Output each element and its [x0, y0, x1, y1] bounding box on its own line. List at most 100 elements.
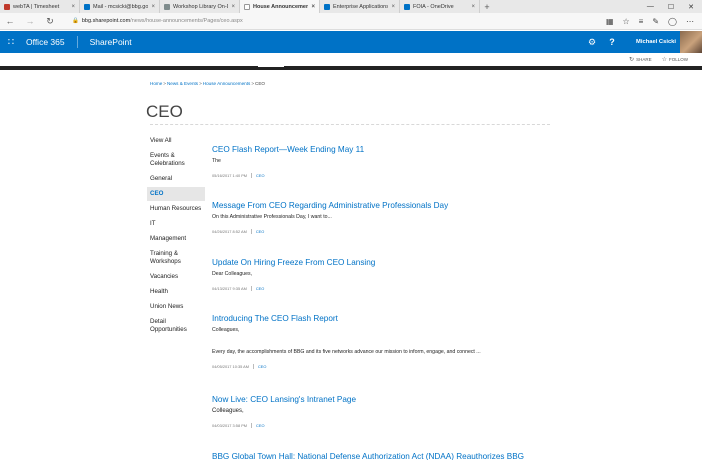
browser-tab[interactable]: webTA | Timesheet ×	[0, 0, 80, 13]
tab-title: Mail - mcsicki@bbg.gov	[93, 3, 149, 10]
minimize-icon[interactable]: —	[647, 3, 654, 10]
tab-close-icon[interactable]: ×	[151, 4, 155, 10]
nav-item-detail-opportunities[interactable]: Detail Opportunities	[147, 315, 205, 338]
more-icon[interactable]: ⋯	[686, 17, 694, 26]
user-name[interactable]: Michael Csicki	[622, 39, 680, 45]
header-notch	[258, 65, 284, 67]
browser-tab[interactable]: Enterprise Applications Lim ×	[320, 0, 400, 13]
tab-title: webTA | Timesheet	[13, 3, 60, 10]
post-excerpt: The	[212, 158, 221, 164]
list-item: Message From CEO Regarding Administrativ…	[212, 201, 552, 234]
tab-favicon-icon	[4, 3, 10, 10]
post-excerpt-continued: Every day, the accomplishments of BBG an…	[212, 349, 481, 355]
suite-bar-right: ⚙ ? Michael Csicki	[582, 31, 702, 53]
nav-item-vacancies[interactable]: Vacancies	[147, 270, 205, 285]
follow-button[interactable]: ☆ FOLLOW	[662, 56, 688, 63]
list-item: CEO Flash Report—Week Ending May 11 The …	[212, 145, 552, 178]
nav-item-it[interactable]: IT	[147, 217, 205, 232]
tab-close-icon[interactable]: ×	[231, 4, 235, 10]
nav-item-training-workshops[interactable]: Training & Workshops	[147, 247, 205, 270]
url-path: /news/house-announcements/Pages/ceo.aspx	[130, 18, 243, 24]
tab-title: FOIA - OneDrive	[413, 3, 454, 10]
browser-tab[interactable]: Workshop Library On-Demo ×	[160, 0, 240, 13]
share-label: SHARE	[636, 57, 652, 62]
post-excerpt: Colleagues,	[212, 408, 244, 414]
url-field[interactable]: 🔒 bbg.sharepoint.com/news/house-announce…	[72, 18, 606, 24]
help-icon[interactable]: ?	[602, 37, 622, 47]
post-category-link[interactable]: CEO	[256, 286, 264, 291]
ribbon-strip	[0, 53, 702, 67]
share-button[interactable]: ↻ SHARE	[629, 56, 652, 63]
post-meta: 04/03/2017 3:58 PM CEO	[212, 423, 552, 428]
nav-item-health[interactable]: Health	[147, 285, 205, 300]
breadcrumb-home[interactable]: Home	[150, 81, 162, 86]
post-excerpt: Colleagues,	[212, 327, 240, 333]
browser-tab-active[interactable]: House Announcements ×	[240, 0, 320, 13]
tab-close-icon[interactable]: ×	[311, 4, 315, 10]
meta-divider	[250, 286, 252, 291]
post-meta: 04/05/2017 10:35 AM CEO	[212, 364, 552, 369]
share-icon[interactable]: ◯	[668, 17, 677, 26]
post-title-link[interactable]: Introducing The CEO Flash Report	[212, 314, 552, 323]
post-title-link[interactable]: CEO Flash Report—Week Ending May 11	[212, 145, 552, 154]
nav-item-union-news[interactable]: Union News	[147, 300, 205, 315]
tab-close-icon[interactable]: ×	[71, 4, 75, 10]
tab-title: House Announcements	[253, 3, 309, 10]
reading-view-icon[interactable]: ▦	[606, 17, 614, 26]
nav-item-management[interactable]: Management	[147, 232, 205, 247]
post-category-link[interactable]: CEO	[256, 173, 264, 178]
post-title-link[interactable]: Now Live: CEO Lansing's Intranet Page	[212, 395, 552, 404]
post-category-link[interactable]: CEO	[256, 423, 264, 428]
post-title-link[interactable]: Message From CEO Regarding Administrativ…	[212, 201, 552, 210]
share-icon: ↻	[629, 57, 635, 63]
breadcrumb: Home>News & Events>House Announcements>C…	[150, 81, 265, 86]
sharepoint-app-link[interactable]: SharePoint	[78, 37, 132, 47]
breadcrumb-house-announcements[interactable]: House Announcements	[203, 81, 251, 86]
page-title: CEO	[146, 102, 183, 121]
nav-item-events-celebrations[interactable]: Events & Celebrations	[147, 149, 205, 172]
browser-tab[interactable]: Mail - mcsicki@bbg.gov ×	[80, 0, 160, 13]
post-date: 04/26/2017 8:52 AM	[212, 229, 247, 234]
breadcrumb-news-events[interactable]: News & Events	[167, 81, 198, 86]
browser-toolbar-icons: ▦ ☆ ≡ ✎ ◯ ⋯	[606, 17, 702, 26]
nav-item-general[interactable]: General	[147, 172, 205, 187]
suite-bar: ∷ Office 365 SharePoint ⚙ ? Michael Csic…	[0, 31, 702, 53]
site-header-bar	[0, 65, 702, 70]
settings-gear-icon[interactable]: ⚙	[582, 37, 602, 48]
nav-item-human-resources[interactable]: Human Resources	[147, 202, 205, 217]
tab-favicon-icon	[164, 3, 170, 10]
close-window-icon[interactable]: ✕	[688, 3, 694, 11]
post-meta: 05/16/2017 1:40 PM CEO	[212, 173, 552, 178]
meta-divider	[251, 423, 253, 428]
meta-divider	[250, 229, 252, 234]
refresh-icon[interactable]: ↻	[40, 16, 60, 27]
follow-label: FOLLOW	[668, 57, 688, 62]
tab-title: Enterprise Applications Lim	[333, 3, 389, 10]
app-launcher-icon[interactable]: ∷	[0, 31, 22, 53]
nav-item-ceo[interactable]: CEO	[147, 187, 205, 202]
post-meta: 04/13/2017 9:35 AM CEO	[212, 286, 552, 291]
forward-arrow-icon[interactable]: →	[20, 16, 40, 26]
page-actions: ↻ SHARE ☆ FOLLOW	[629, 56, 688, 63]
tab-close-icon[interactable]: ×	[391, 4, 395, 10]
hub-icon[interactable]: ≡	[639, 17, 644, 26]
lock-icon: 🔒	[72, 18, 79, 24]
back-arrow-icon[interactable]: ←	[0, 16, 20, 26]
post-category-link[interactable]: CEO	[258, 364, 266, 369]
tab-close-icon[interactable]: ×	[471, 4, 475, 10]
post-date: 05/16/2017 1:40 PM	[212, 173, 248, 178]
avatar[interactable]	[680, 31, 702, 53]
post-title-link[interactable]: Update On Hiring Freeze From CEO Lansing	[212, 258, 552, 267]
browser-tab[interactable]: FOIA - OneDrive ×	[400, 0, 480, 13]
favorite-star-icon[interactable]: ☆	[623, 17, 630, 26]
browser-tab-strip: webTA | Timesheet × Mail - mcsicki@bbg.g…	[0, 0, 702, 13]
nav-item-view-all[interactable]: View All	[147, 134, 205, 149]
office365-brand[interactable]: Office 365	[22, 36, 78, 48]
maximize-icon[interactable]: ☐	[668, 3, 674, 11]
web-note-icon[interactable]: ✎	[652, 17, 659, 26]
post-category-link[interactable]: CEO	[256, 229, 264, 234]
new-tab-button[interactable]: +	[480, 0, 494, 13]
list-item: Update On Hiring Freeze From CEO Lansing…	[212, 258, 552, 291]
meta-divider	[253, 364, 254, 369]
tab-favicon-icon	[324, 3, 330, 10]
